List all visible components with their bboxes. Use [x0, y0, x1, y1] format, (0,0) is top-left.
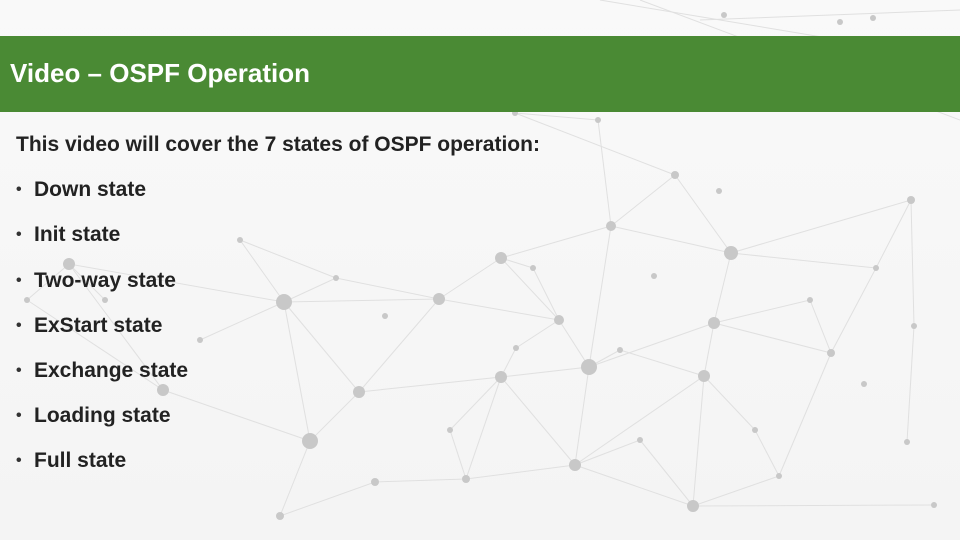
network-node [931, 502, 937, 508]
state-label: ExStart state [34, 313, 163, 337]
slide: Video – OSPF Operation This video will c… [0, 0, 960, 540]
network-edge [692, 504, 935, 507]
network-edge [699, 9, 960, 21]
bullet-icon: • [16, 407, 22, 425]
bullet-icon: • [16, 361, 22, 379]
network-node [595, 117, 601, 123]
network-node [837, 19, 843, 25]
state-label: Down state [34, 178, 147, 202]
slide-title: Video – OSPF Operation [10, 58, 311, 88]
list-item: • ExStart state [16, 311, 916, 341]
list-item: • Init state [16, 220, 916, 250]
state-label: Loading state [34, 404, 171, 428]
bullet-icon: • [16, 226, 22, 244]
bullet-icon: • [16, 271, 22, 289]
network-node [721, 12, 727, 18]
network-node [276, 512, 284, 520]
network-edge [692, 475, 780, 507]
network-node [870, 15, 876, 21]
bullet-icon: • [16, 452, 22, 470]
state-label: Exchange state [34, 358, 189, 382]
state-list: • Down state • Init state • Two-way state • ExS… [16, 175, 916, 476]
list-item: • Two-way state [16, 266, 916, 296]
list-item: • Exchange state [16, 356, 916, 386]
network-edge [374, 478, 467, 483]
network-node [687, 500, 699, 512]
list-item: • Down state [16, 175, 916, 205]
intro-text: This video will cover the 7 states of OS… [16, 133, 540, 156]
state-label: Init state [34, 223, 121, 247]
slide-content: This video will cover the 7 states of OS… [16, 130, 916, 476]
list-item: • Loading state [16, 401, 916, 431]
network-edge [514, 112, 599, 121]
state-label: Two-way state [34, 268, 176, 292]
bullet-icon: • [16, 181, 22, 199]
list-item: • Full state [16, 446, 916, 476]
state-label: Full state [34, 449, 127, 473]
bullet-icon: • [16, 316, 22, 334]
network-node [371, 478, 379, 486]
network-edge [279, 481, 376, 517]
title-bar: Video – OSPF Operation [0, 36, 960, 112]
